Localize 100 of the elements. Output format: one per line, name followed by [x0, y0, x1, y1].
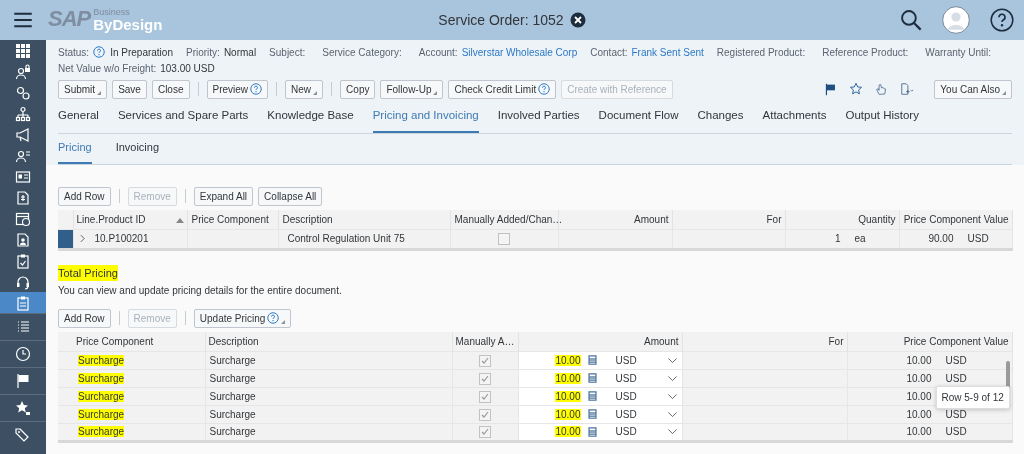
person-lock-icon: [15, 63, 31, 80]
column-header: Quantity: [785, 210, 899, 229]
toolbar-button[interactable]: Update Pricing: [193, 308, 292, 328]
tab[interactable]: Invoicing: [115, 137, 160, 164]
field-label: Account:: [418, 45, 458, 60]
chevron-right-icon[interactable]: [77, 234, 87, 243]
field-value: 103.00 USD: [160, 61, 215, 76]
amount-input[interactable]: 10.00: [555, 354, 581, 366]
currency-select[interactable]: USD: [615, 388, 637, 404]
amount-input[interactable]: 10.00: [555, 426, 581, 437]
hand-icon[interactable]: [875, 82, 889, 96]
table-cell-text: 10.00: [905, 389, 932, 404]
tab[interactable]: Involved Parties: [497, 105, 580, 133]
flag-icon: [15, 373, 31, 389]
calendar-globe-icon: [15, 210, 31, 227]
toolbar-button[interactable]: Collapse All: [258, 186, 323, 206]
amount-input[interactable]: 10.00: [555, 372, 581, 384]
toolbar-button[interactable]: Submit: [58, 79, 108, 99]
toolbar-button[interactable]: Copy: [340, 79, 376, 99]
table-cell: Surcharge: [78, 426, 125, 437]
tab[interactable]: Pricing and Invoicing: [372, 105, 479, 133]
field-label: Service Category:: [322, 45, 402, 60]
headset-icon: [15, 273, 31, 290]
grid-icon: [15, 42, 31, 59]
tab[interactable]: Knowledge Base: [267, 105, 354, 133]
table-cell: Surcharge: [209, 354, 256, 366]
amount-input[interactable]: 10.00: [555, 408, 581, 420]
toolbar-button[interactable]: Expand All: [193, 186, 254, 206]
tab[interactable]: Pricing: [58, 137, 92, 164]
currency-select[interactable]: USD: [615, 370, 637, 386]
tab[interactable]: Document Flow: [598, 105, 679, 133]
help-icon[interactable]: [250, 83, 263, 95]
table-cell-text: ea: [853, 232, 867, 246]
help-icon[interactable]: [267, 312, 280, 324]
tab[interactable]: Changes: [697, 105, 744, 133]
flag-icon[interactable]: [824, 82, 838, 96]
table-cell-text: 90.00: [927, 232, 954, 246]
table-cell: Surcharge: [78, 372, 125, 384]
currency-select[interactable]: USD: [615, 406, 637, 422]
logo-text: SAP: [48, 8, 91, 30]
field-label: Net Value w/o Freight:: [58, 61, 157, 76]
tab[interactable]: Output History: [845, 105, 919, 133]
star-icon: [15, 400, 31, 416]
calculator-icon[interactable]: [586, 390, 598, 402]
field-label: Subject:: [269, 45, 306, 60]
close-icon[interactable]: [569, 12, 586, 28]
sort-ascending-icon[interactable]: [175, 217, 184, 223]
field-link[interactable]: Frank Sent Sent: [631, 44, 704, 60]
field-value: In Preparation: [110, 45, 173, 60]
toolbar-button[interactable]: New: [285, 79, 324, 99]
field-value: Normal: [223, 45, 257, 60]
clipboard-check-icon: [15, 252, 31, 269]
currency-select[interactable]: USD: [615, 352, 637, 368]
menu-button[interactable]: You Can Also: [934, 79, 1012, 99]
table-cell: Surcharge: [78, 390, 125, 402]
table-cell: Control Regulation Unit 75: [287, 233, 405, 244]
tab[interactable]: Services and Spare Parts: [117, 105, 249, 133]
column-header: Description: [205, 332, 452, 351]
field-label: Registered Product:: [716, 45, 806, 60]
window-title: Service Order: 1052: [438, 10, 564, 30]
table-cell: Surcharge: [78, 408, 125, 420]
column-header: Description: [278, 210, 450, 229]
section-description: You can view and update pricing details for the entire document.: [58, 284, 343, 298]
help-icon[interactable]: [93, 46, 106, 58]
toolbar-button[interactable]: Preview: [206, 79, 269, 99]
search-icon[interactable]: [900, 9, 922, 31]
help-icon[interactable]: [538, 83, 551, 95]
table-cell-text: USD: [944, 425, 968, 439]
logo-text: ByDesign: [93, 17, 163, 32]
column-header: Price Component Value: [899, 210, 1012, 229]
table-cell-text: USD: [944, 407, 968, 422]
id-card-icon: [15, 168, 31, 185]
calculator-icon[interactable]: [586, 372, 598, 384]
field-label: Status:: [58, 45, 90, 60]
toolbar-button[interactable]: Check Credit Limit: [448, 79, 557, 99]
logo-subtext: Business: [93, 8, 131, 17]
avatar-icon[interactable]: [942, 6, 970, 34]
calculator-icon[interactable]: [586, 354, 598, 366]
amount-input[interactable]: 10.00: [555, 390, 581, 402]
field-link[interactable]: Silverstar Wholesale Corp: [461, 44, 578, 60]
calculator-icon[interactable]: [586, 425, 598, 438]
toolbar-button[interactable]: Save: [112, 79, 147, 99]
row-selector[interactable]: [58, 229, 73, 248]
tab[interactable]: General: [58, 105, 99, 133]
chevron-down-icon[interactable]: [666, 426, 678, 437]
currency-select[interactable]: USD: [615, 424, 637, 439]
toolbar-button[interactable]: Add Row: [58, 308, 111, 328]
star-icon[interactable]: [849, 82, 864, 96]
table-cell-text: 10.00: [905, 353, 932, 368]
table-cell: Surcharge: [209, 372, 256, 384]
column-header: For: [672, 210, 785, 229]
tag-icon: [15, 427, 31, 443]
table-cell: Surcharge: [209, 408, 256, 420]
menu-indicator-icon: [313, 90, 318, 95]
calculator-icon[interactable]: [586, 408, 598, 420]
toolbar-button[interactable]: Follow-Up: [380, 79, 444, 99]
tab[interactable]: Attachments: [762, 105, 827, 133]
toolbar-button[interactable]: Add Row: [58, 186, 111, 206]
help-icon[interactable]: [990, 8, 1014, 32]
toolbar-button[interactable]: Close: [151, 79, 190, 99]
